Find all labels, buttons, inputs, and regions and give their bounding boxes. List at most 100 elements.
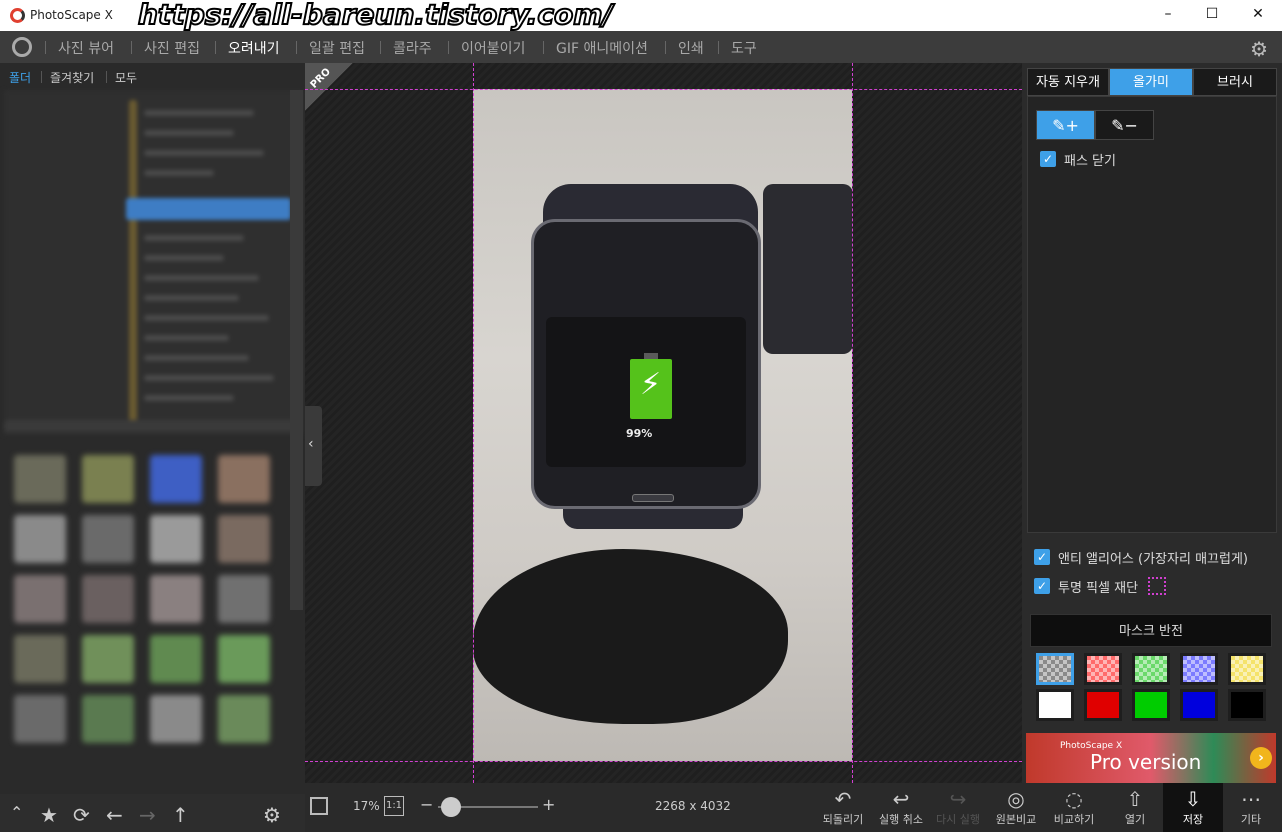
- upload-icon: ⇧: [1126, 787, 1144, 811]
- zoom-out-icon[interactable]: −: [420, 795, 433, 814]
- title-bar: PhotoScape X https://all-bareun.tistory.…: [0, 0, 1282, 32]
- menu-separator: [380, 41, 381, 54]
- zoom-in-icon[interactable]: +: [542, 795, 555, 814]
- undo-label: 실행 취소: [879, 813, 923, 826]
- more-dots-icon: ⋯: [1241, 787, 1261, 811]
- save-label: 저장: [1182, 813, 1204, 826]
- editing-canvas[interactable]: PRO ‹ ⚡ 99%: [305, 63, 1022, 783]
- swatch-black[interactable]: [1228, 689, 1266, 721]
- star-icon[interactable]: ★: [40, 803, 58, 827]
- menu-combine[interactable]: 이어붙이기: [461, 38, 525, 58]
- chevron-up-icon[interactable]: ⌃: [10, 803, 23, 822]
- close-path-label: 패스 닫기: [1064, 154, 1116, 169]
- compare-icon: ◌: [1065, 787, 1083, 811]
- pro-version-badge: PRO: [305, 63, 353, 111]
- watch-body: ⚡ 99%: [531, 219, 761, 509]
- menu-separator: [665, 41, 666, 54]
- thumbnail-grid[interactable]: [4, 445, 304, 785]
- app-window: PhotoScape X https://all-bareun.tistory.…: [0, 0, 1282, 832]
- save-button[interactable]: ⇩ 저장: [1169, 787, 1217, 827]
- banner-arrow-icon[interactable]: ›: [1250, 747, 1272, 769]
- compare-button[interactable]: ◌ 비교하기: [1048, 787, 1100, 827]
- lasso-mask-blob: [473, 549, 788, 724]
- menu-tools[interactable]: 도구: [731, 38, 757, 58]
- left-panel-scrollbar[interactable]: [290, 90, 303, 610]
- swatch-green[interactable]: [1132, 689, 1170, 721]
- menu-collage[interactable]: 콜라주: [393, 38, 432, 58]
- tab-separator: [41, 71, 42, 83]
- undo-icon: ↩: [892, 787, 910, 811]
- one-to-one-button[interactable]: 1:1: [384, 796, 404, 816]
- anti-alias-checkbox[interactable]: ✓: [1034, 549, 1050, 565]
- mask-invert-button[interactable]: 마스크 반전: [1030, 614, 1272, 647]
- back-arrow-icon[interactable]: ←: [106, 803, 123, 827]
- guide-line-top: [305, 89, 1022, 90]
- collapse-panel-button[interactable]: ‹: [305, 406, 322, 486]
- tab-auto-eraser[interactable]: 자동 지우개: [1027, 68, 1109, 96]
- watch-screen: ⚡ 99%: [546, 317, 746, 467]
- swatch-transparent[interactable]: [1036, 653, 1074, 685]
- charger-shape: [763, 184, 852, 354]
- redo-label: 다시 실행: [936, 813, 980, 826]
- close-button[interactable]: ✕: [1248, 6, 1268, 22]
- fit-screen-icon[interactable]: [310, 797, 328, 815]
- left-settings-gear-icon[interactable]: ⚙: [263, 803, 281, 827]
- folder-tree[interactable]: [4, 90, 304, 435]
- guide-line-bottom: [305, 761, 1022, 762]
- swatch-blue-transparent[interactable]: [1180, 653, 1218, 685]
- swatch-blue[interactable]: [1180, 689, 1218, 721]
- tab-favorites[interactable]: 즐겨찾기: [50, 69, 94, 86]
- chevron-left-icon: ‹: [308, 436, 314, 452]
- menu-separator: [131, 41, 132, 54]
- refresh-icon[interactable]: ⟳: [73, 803, 90, 827]
- watermark-text: https://all-bareun.tistory.com/: [137, 0, 614, 32]
- tab-lasso[interactable]: 올가미: [1109, 68, 1193, 96]
- tab-brush[interactable]: 브러시: [1193, 68, 1277, 96]
- zoom-slider-handle[interactable]: [441, 797, 461, 817]
- brush-remove-button[interactable]: ✎−: [1095, 110, 1154, 140]
- close-path-checkbox[interactable]: ✓: [1040, 151, 1056, 167]
- tab-separator: [106, 71, 107, 83]
- trim-transparent-checkbox[interactable]: ✓: [1034, 578, 1050, 594]
- undo-button[interactable]: ↩ 실행 취소: [875, 787, 927, 827]
- compare-original-icon: ◎: [1007, 787, 1025, 811]
- zoom-level: 17%: [353, 799, 380, 813]
- more-label: 기타: [1240, 813, 1262, 826]
- menu-photo-editor[interactable]: 사진 편집: [144, 38, 200, 58]
- menu-cut-out[interactable]: 오려내기: [228, 38, 280, 58]
- tab-folder[interactable]: 폴더: [9, 69, 31, 86]
- battery-percent: 99%: [626, 427, 653, 440]
- anti-alias-label: 앤티 앨리어스 (가장자리 매끄럽게): [1058, 552, 1248, 567]
- home-icon[interactable]: [12, 37, 32, 57]
- left-panel-tabs: 폴더 즐겨찾기 모두: [0, 63, 305, 89]
- more-button[interactable]: ⋯ 기타: [1227, 787, 1275, 827]
- compare-original-button[interactable]: ◎ 원본비교: [990, 787, 1042, 827]
- guide-line-left: [473, 63, 474, 783]
- battery-icon: ⚡: [630, 359, 672, 419]
- menu-separator: [718, 41, 719, 54]
- guide-line-right: [852, 63, 853, 783]
- tab-all[interactable]: 모두: [115, 69, 137, 86]
- up-arrow-icon[interactable]: ↑: [172, 803, 189, 827]
- pro-version-banner[interactable]: PhotoScape X Pro version ›: [1026, 733, 1276, 783]
- swatch-green-transparent[interactable]: [1132, 653, 1170, 685]
- menu-separator: [45, 41, 46, 54]
- maximize-button[interactable]: ☐: [1202, 6, 1222, 22]
- swatch-yellow-transparent[interactable]: [1228, 653, 1266, 685]
- menu-photo-viewer[interactable]: 사진 뷰어: [58, 38, 114, 58]
- swatch-red-transparent[interactable]: [1084, 653, 1122, 685]
- menu-print[interactable]: 인쇄: [678, 38, 704, 58]
- minimize-button[interactable]: –: [1158, 6, 1178, 22]
- photo-image[interactable]: ⚡ 99%: [473, 89, 852, 761]
- compare-label: 비교하기: [1053, 813, 1095, 826]
- swatch-red[interactable]: [1084, 689, 1122, 721]
- open-button[interactable]: ⇧ 열기: [1111, 787, 1159, 827]
- settings-gear-icon[interactable]: ⚙: [1250, 37, 1268, 61]
- swatch-white[interactable]: [1036, 689, 1074, 721]
- redo-icon: ↪: [949, 787, 967, 811]
- revert-button[interactable]: ↶ 되돌리기: [818, 787, 868, 827]
- menu-gif[interactable]: GIF 애니메이션: [556, 38, 648, 58]
- brush-add-button[interactable]: ✎+: [1036, 110, 1095, 140]
- menu-batch[interactable]: 일괄 편집: [309, 38, 365, 58]
- revert-icon: ↶: [834, 787, 852, 811]
